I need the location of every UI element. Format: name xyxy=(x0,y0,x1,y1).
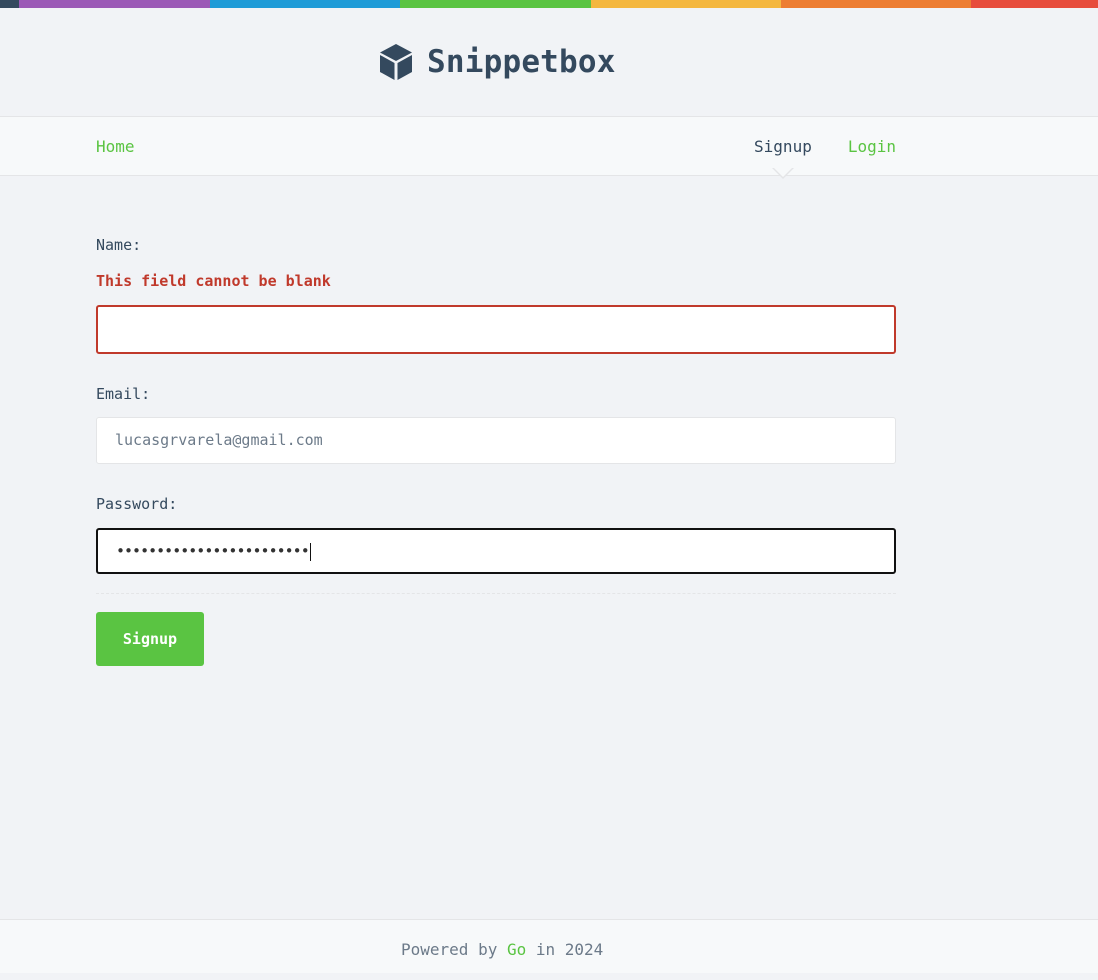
color-bar-segment xyxy=(971,0,1098,8)
email-label: Email: xyxy=(96,385,151,403)
name-input[interactable] xyxy=(96,305,896,354)
name-error: This field cannot be blank xyxy=(96,272,331,290)
password-field: Password: •••••••••••••••••••••••• xyxy=(96,495,896,574)
form-divider xyxy=(96,593,896,594)
nav-signup-link[interactable]: Signup xyxy=(754,137,812,179)
site-header: Snippetbox xyxy=(0,8,1098,116)
color-bar-segment xyxy=(400,0,591,8)
site-footer: Powered by Go in 2024 xyxy=(0,919,1098,973)
color-bar xyxy=(0,0,1098,8)
brand-name: Snippetbox xyxy=(427,44,616,80)
color-bar-segment xyxy=(19,0,210,8)
box-icon xyxy=(379,43,413,81)
nav-right: Signup Login xyxy=(754,137,896,179)
brand-link[interactable]: Snippetbox xyxy=(379,43,616,81)
nav-login-link[interactable]: Login xyxy=(848,137,896,156)
color-bar-segment xyxy=(210,0,400,8)
name-label: Name: xyxy=(96,236,142,254)
main-nav: Home Signup Login xyxy=(0,116,1098,179)
password-input[interactable]: •••••••••••••••••••••••• xyxy=(96,528,896,574)
email-input[interactable]: lucasgrvarela@gmail.com xyxy=(96,417,896,464)
name-field: Name: This field cannot be blank xyxy=(96,236,896,354)
color-bar-segment xyxy=(0,0,19,8)
color-bar-segment xyxy=(591,0,781,8)
password-label: Password: xyxy=(96,495,178,513)
password-value: •••••••••••••••••••••••• xyxy=(116,542,310,560)
footer-suffix: in 2024 xyxy=(526,940,604,959)
footer-go-link[interactable]: Go xyxy=(507,940,526,959)
nav-home-link[interactable]: Home xyxy=(96,137,135,156)
color-bar-segment xyxy=(781,0,971,8)
signup-form: Name: This field cannot be blank Email: … xyxy=(0,176,896,666)
email-field: Email: lucasgrvarela@gmail.com xyxy=(96,385,896,464)
footer-prefix: Powered by xyxy=(401,940,507,959)
signup-button[interactable]: Signup xyxy=(96,612,204,666)
text-caret xyxy=(309,542,311,561)
